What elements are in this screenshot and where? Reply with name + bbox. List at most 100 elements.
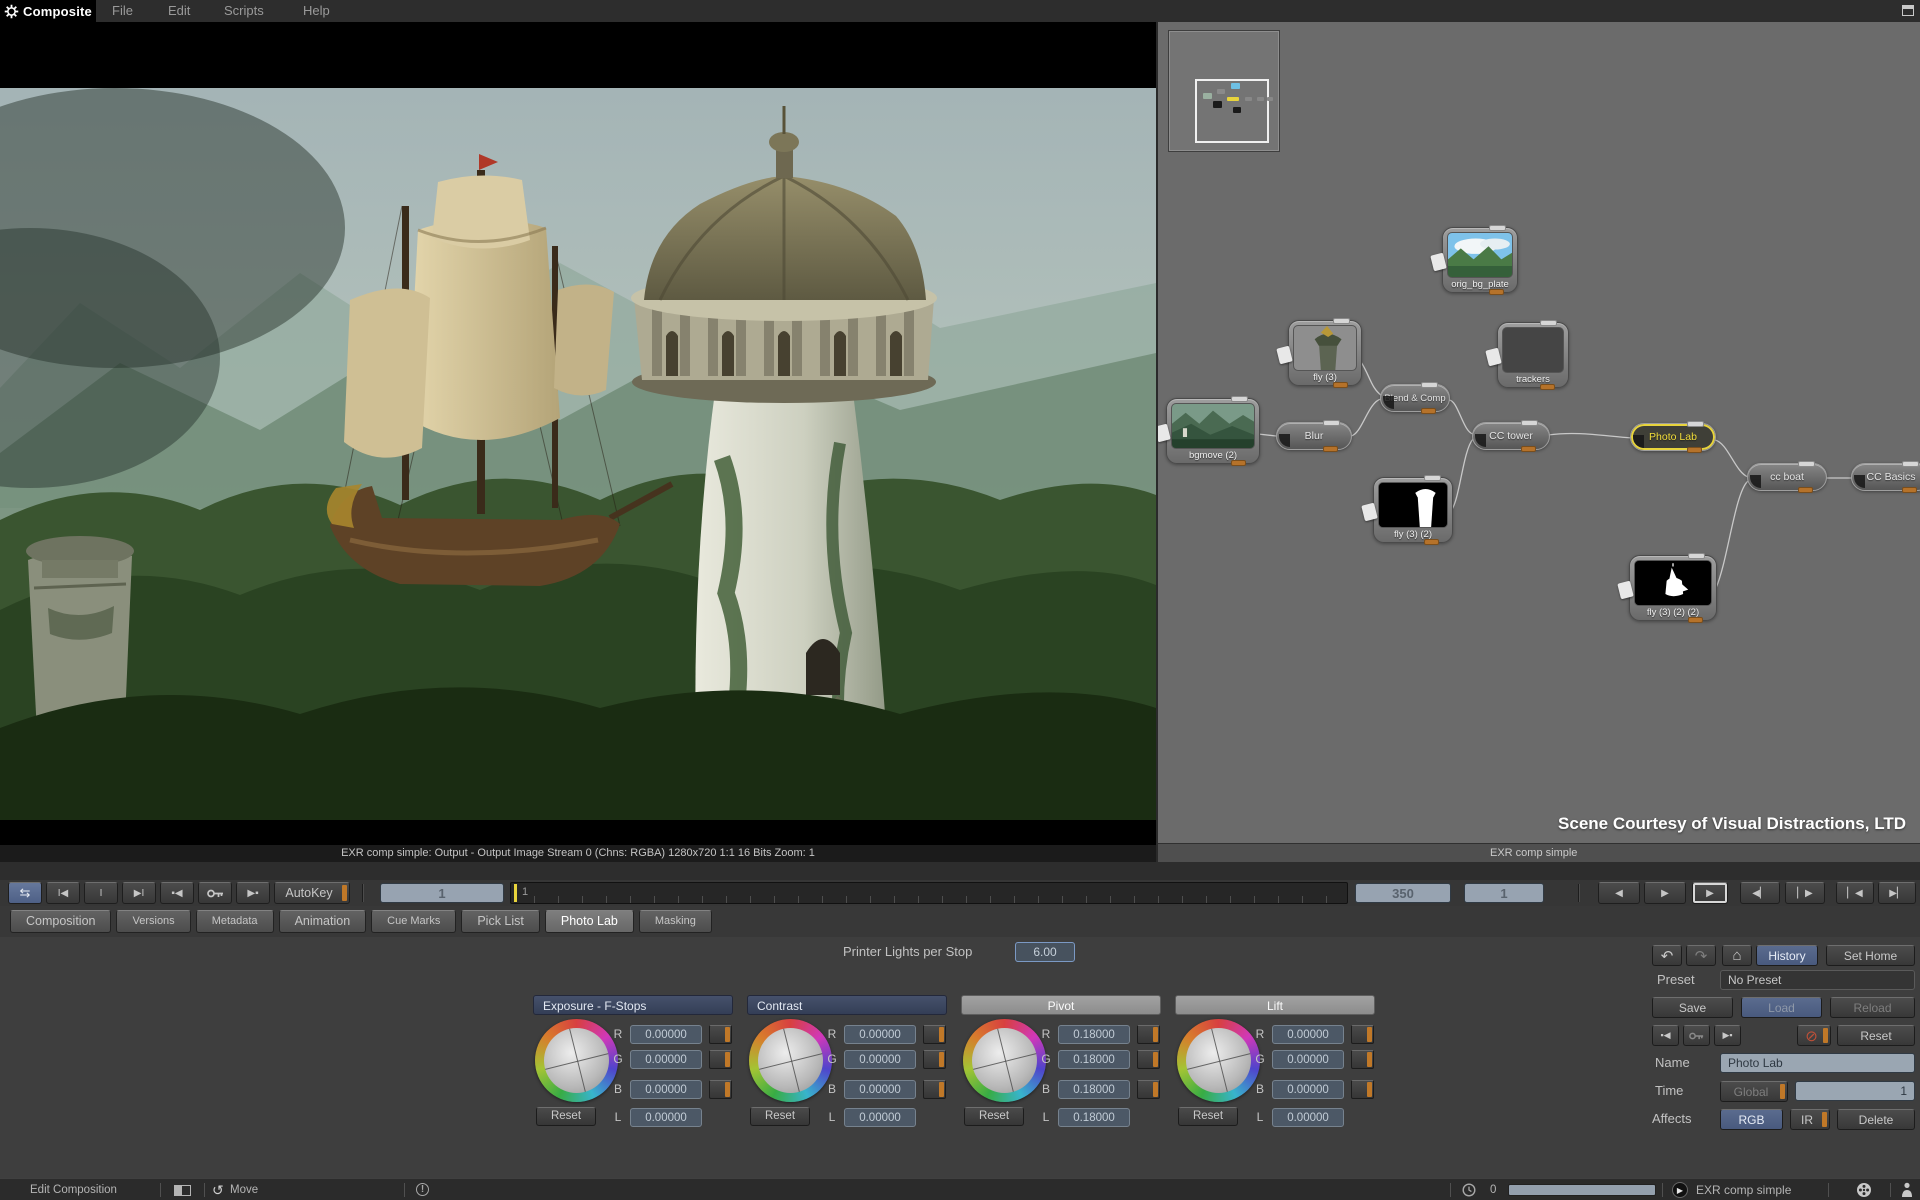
playhead-cursor[interactable] xyxy=(514,884,517,902)
play-forward-button[interactable]: ▶ xyxy=(1644,882,1686,904)
pivot-r-anim-button[interactable] xyxy=(1137,1025,1160,1044)
node-cc-tower[interactable]: CC tower xyxy=(1472,422,1550,450)
play-loop-button[interactable]: ▶ xyxy=(1692,882,1728,904)
exposure-r-field[interactable] xyxy=(630,1025,702,1044)
node-output-tab[interactable] xyxy=(1231,396,1248,402)
lift-b-anim-button[interactable] xyxy=(1351,1080,1374,1099)
load-button[interactable]: Load xyxy=(1741,997,1822,1018)
viewer-panel[interactable]: EXR comp simple: Output - Output Image S… xyxy=(0,22,1156,862)
reload-button[interactable]: Reload xyxy=(1830,997,1915,1018)
current-frame-field[interactable] xyxy=(380,883,504,903)
film-reel-icon[interactable] xyxy=(1856,1182,1872,1200)
node-photo-lab[interactable]: Photo Lab xyxy=(1630,423,1716,451)
tab-metadata[interactable]: Metadata xyxy=(196,910,274,933)
prev-keyframe-param-button[interactable]: ▪◀ xyxy=(1652,1025,1679,1046)
goto-in-button[interactable]: I◀ xyxy=(46,882,80,904)
step-forward-button[interactable]: ▏▶ xyxy=(1785,882,1825,904)
contrast-r-anim-button[interactable] xyxy=(923,1025,946,1044)
redo-button[interactable]: ↷ xyxy=(1686,945,1716,966)
pivot-g-anim-button[interactable] xyxy=(1137,1050,1160,1069)
menu-file[interactable]: File xyxy=(112,0,133,22)
tab-pick-list[interactable]: Pick List xyxy=(461,910,540,933)
contrast-b-field[interactable] xyxy=(844,1080,916,1099)
node-input-tab[interactable] xyxy=(1333,382,1348,388)
node-input-tab[interactable] xyxy=(1323,446,1338,452)
timeline-ruler[interactable]: 1 xyxy=(510,882,1348,904)
node-output-tab[interactable] xyxy=(1521,420,1538,426)
node-output-tab[interactable] xyxy=(1421,382,1438,388)
exposure-g-anim-button[interactable] xyxy=(709,1050,732,1069)
exposure-header-button[interactable]: Exposure - F-Stops xyxy=(533,995,733,1015)
delete-button[interactable]: Delete xyxy=(1837,1109,1915,1130)
disable-node-button[interactable]: ⊘ xyxy=(1797,1025,1831,1046)
pivot-b-field[interactable] xyxy=(1058,1080,1130,1099)
node-reset-button[interactable]: Reset xyxy=(1837,1025,1915,1046)
lift-r-field[interactable] xyxy=(1272,1025,1344,1044)
user-icon[interactable] xyxy=(1901,1182,1913,1200)
exposure-reset-button[interactable]: Reset xyxy=(536,1107,596,1126)
tab-versions[interactable]: Versions xyxy=(116,910,190,933)
contrast-g-anim-button[interactable] xyxy=(923,1050,946,1069)
node-output-tab[interactable] xyxy=(1323,420,1340,426)
undo-button[interactable]: ↶ xyxy=(1652,945,1682,966)
node-input-tab[interactable] xyxy=(1424,539,1439,545)
app-logo-area[interactable]: Composite xyxy=(0,0,96,22)
minimap[interactable] xyxy=(1168,30,1280,152)
contrast-b-anim-button[interactable] xyxy=(923,1080,946,1099)
menu-help[interactable]: Help xyxy=(303,0,330,22)
affects-ir-button[interactable]: IR xyxy=(1790,1109,1830,1130)
tab-masking[interactable]: Masking xyxy=(639,910,712,933)
menu-edit[interactable]: Edit xyxy=(168,0,190,22)
contrast-reset-button[interactable]: Reset xyxy=(750,1107,810,1126)
node-output-tab[interactable] xyxy=(1687,421,1704,427)
node-input-tab[interactable] xyxy=(1521,446,1536,452)
node-output-tab[interactable] xyxy=(1424,475,1441,481)
jump-start-button[interactable]: ▏◀ xyxy=(1836,882,1874,904)
time-value-field[interactable] xyxy=(1795,1081,1915,1101)
set-keyframe-param-button[interactable] xyxy=(1683,1025,1710,1046)
node-output-tab[interactable] xyxy=(1489,225,1506,231)
exposure-color-wheel[interactable] xyxy=(535,1019,618,1102)
next-keyframe-button[interactable]: ▶▪ xyxy=(236,882,270,904)
node-output-tab[interactable] xyxy=(1902,461,1919,467)
lift-l-field[interactable] xyxy=(1272,1108,1344,1127)
node-output-tab[interactable] xyxy=(1798,461,1815,467)
node-output-tab[interactable] xyxy=(1540,320,1557,326)
node-input-tab[interactable] xyxy=(1231,460,1246,466)
node-blend-comp[interactable]: Blend & Comp xyxy=(1380,384,1450,412)
node-fly322[interactable]: fly (3) (2) (2) xyxy=(1629,555,1717,621)
exposure-b-field[interactable] xyxy=(630,1080,702,1099)
pivot-header-button[interactable]: Pivot xyxy=(961,995,1161,1015)
lift-g-field[interactable] xyxy=(1272,1050,1344,1069)
node-input-tab[interactable] xyxy=(1489,289,1504,295)
contrast-r-field[interactable] xyxy=(844,1025,916,1044)
menu-scripts[interactable]: Scripts xyxy=(224,0,264,22)
pivot-r-field[interactable] xyxy=(1058,1025,1130,1044)
end-frame-field[interactable] xyxy=(1355,883,1451,903)
pivot-b-anim-button[interactable] xyxy=(1137,1080,1160,1099)
play-reverse-button[interactable]: ◀ xyxy=(1598,882,1640,904)
contrast-color-wheel[interactable] xyxy=(749,1019,832,1102)
home-button[interactable]: ⌂ xyxy=(1722,945,1752,966)
set-keyframe-button[interactable] xyxy=(198,882,232,904)
exposure-r-anim-button[interactable] xyxy=(709,1025,732,1044)
tab-composition[interactable]: Composition xyxy=(10,910,111,933)
node-orig-bg-plate[interactable]: orig_bg_plate xyxy=(1442,227,1518,293)
pivot-l-field[interactable] xyxy=(1058,1108,1130,1127)
exposure-l-field[interactable] xyxy=(630,1108,702,1127)
node-output-tab[interactable] xyxy=(1688,553,1705,559)
contrast-g-field[interactable] xyxy=(844,1050,916,1069)
prev-keyframe-button[interactable]: ▪◀ xyxy=(160,882,194,904)
save-button[interactable]: Save xyxy=(1652,997,1733,1018)
node-input-tab[interactable] xyxy=(1902,487,1917,493)
tab-animation[interactable]: Animation xyxy=(279,910,367,933)
node-trackers[interactable]: trackers xyxy=(1497,322,1569,388)
lift-g-anim-button[interactable] xyxy=(1351,1050,1374,1069)
node-input-tab[interactable] xyxy=(1688,617,1703,623)
lift-header-button[interactable]: Lift xyxy=(1175,995,1375,1015)
step-field[interactable] xyxy=(1464,883,1544,903)
contrast-header-button[interactable]: Contrast xyxy=(747,995,947,1015)
contrast-l-field[interactable] xyxy=(844,1108,916,1127)
printer-lights-field[interactable] xyxy=(1015,942,1075,962)
set-home-button[interactable]: Set Home xyxy=(1826,945,1915,966)
